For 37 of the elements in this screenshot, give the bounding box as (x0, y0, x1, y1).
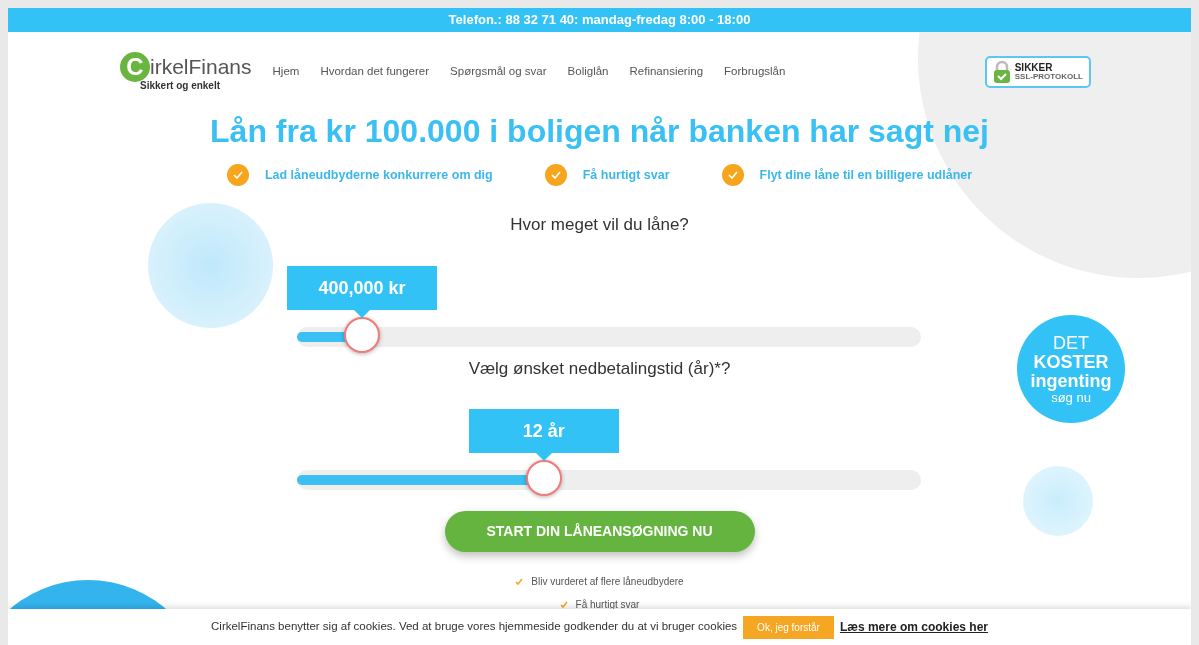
check-text: Bliv vurderet af flere låneudbydere (531, 575, 684, 590)
promo-text: søg nu (1051, 390, 1091, 405)
headline: Lån fra kr 100.000 i boligen når banken har sagt nej (209, 112, 990, 151)
promo-text: DET (1052, 333, 1090, 353)
logo-text: irkelFinans (150, 53, 252, 80)
slider-question: Hvor meget vil du låne? (510, 215, 689, 235)
cookie-text: CirkelFinans benytter sig af cookies. Ved at bruge vores hjemmeside godkender du at vi bruger cookies (211, 619, 738, 635)
nav-link[interactable]: Hjem (272, 63, 300, 81)
slider-handle[interactable] (344, 316, 381, 353)
value-tooltip: 400,000 kr (286, 265, 437, 318)
benefit-text: Få hurtigt svar (582, 167, 670, 184)
promo-text: KOSTER (1032, 352, 1110, 372)
checkmark-icon (226, 164, 249, 187)
slider-track[interactable] (297, 317, 921, 356)
check-text: Få hurtigt svar (575, 598, 640, 613)
benefit-text: Lad låneudbyderne konkurrere om dig (264, 167, 493, 184)
checkmark-icon (559, 600, 568, 609)
checkmark-icon (544, 164, 567, 187)
benefit-text: Flyt dine låne til en billigere udlåner (759, 167, 973, 184)
logo-icon: C (120, 51, 150, 82)
nav-link[interactable]: Forbrugslån (724, 63, 786, 81)
value-tooltip: 12 år (468, 409, 619, 462)
slider-question: Vælg ønsket nedbetalingstid (år)*? (468, 358, 731, 378)
logo-tagline: Sikkert og enkelt (140, 79, 222, 94)
nav-link[interactable]: Spørgsmål og svar (450, 63, 547, 81)
checkmark-icon (515, 577, 524, 586)
promo-text: ingenting (1029, 371, 1113, 391)
nav-link[interactable]: Boliglån (567, 63, 609, 81)
nav-link[interactable]: Refinansiering (629, 63, 704, 81)
cookie-info-link[interactable]: Læs mere om cookies her (839, 618, 988, 636)
ssl-subtitle: SSL-PROTOKOLL (1014, 73, 1083, 81)
nav-link[interactable]: Hvordan det fungerer (320, 63, 430, 81)
checkmark-icon (721, 164, 744, 187)
ssl-title: SIKKER (1014, 63, 1054, 73)
phone-banner: Telefon.: 88 32 71 40: mandag-fredag 8:00 - 18:00 (8, 8, 1191, 32)
slider-handle[interactable] (526, 460, 563, 497)
padlock-icon (992, 60, 1011, 84)
